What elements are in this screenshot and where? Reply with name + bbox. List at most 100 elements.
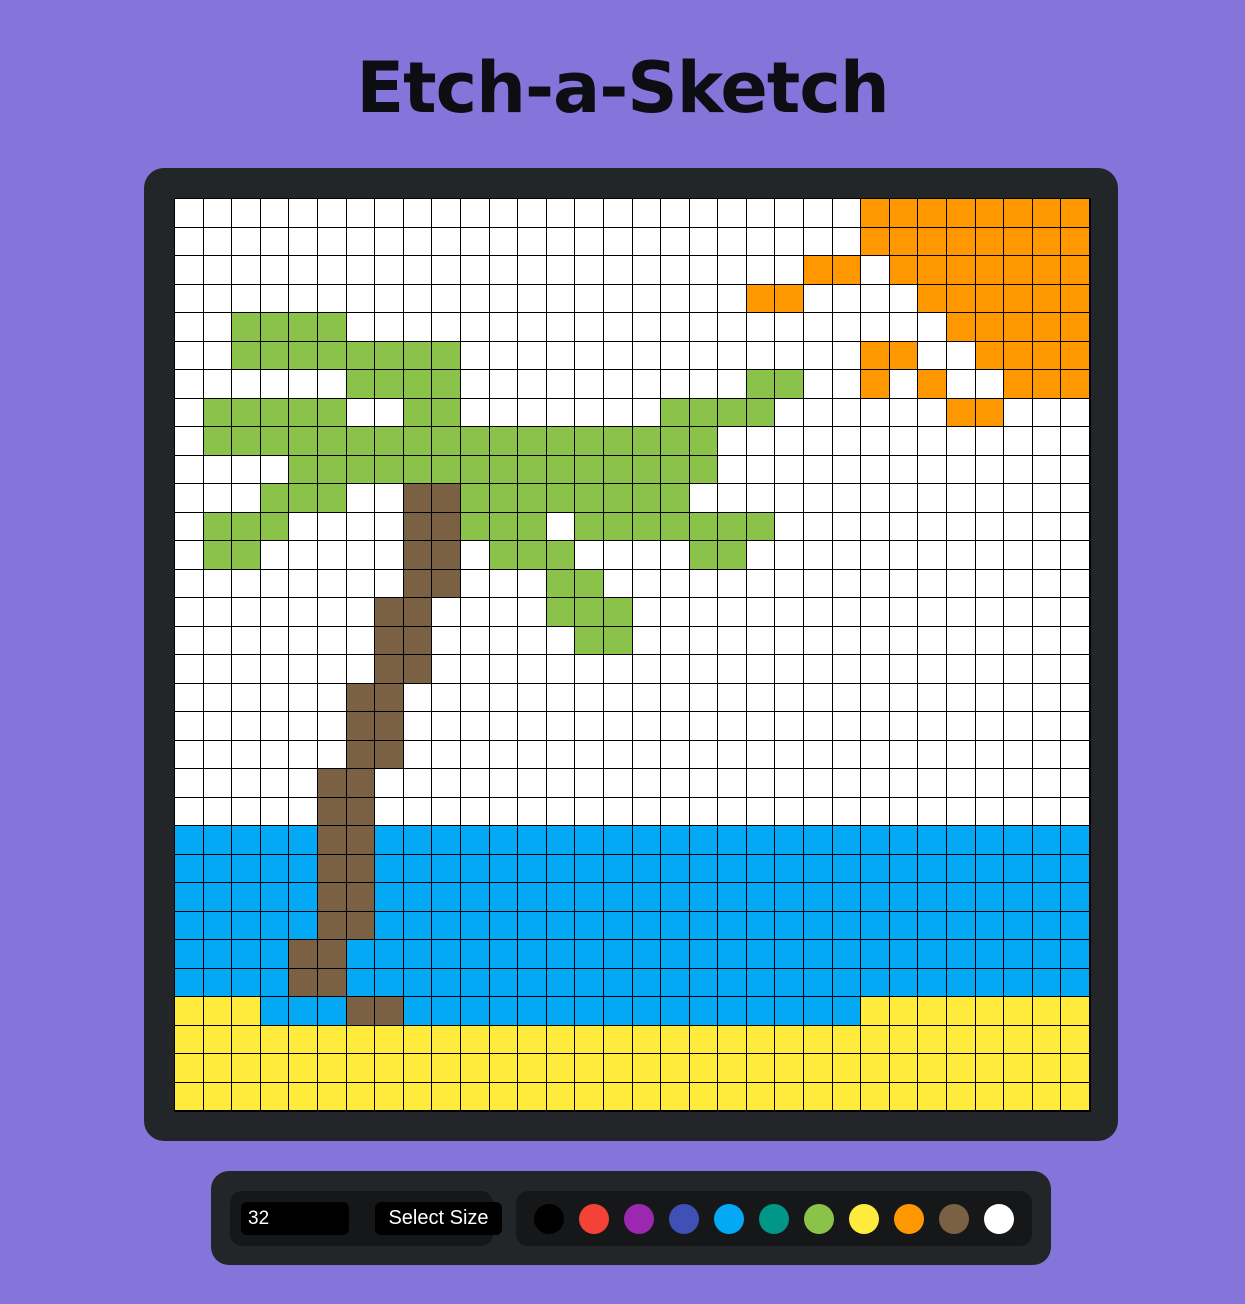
grid-cell[interactable] — [632, 427, 662, 456]
grid-cell[interactable] — [689, 712, 719, 741]
grid-cell[interactable] — [746, 854, 776, 883]
grid-cell[interactable] — [861, 398, 890, 427]
grid-cell[interactable] — [661, 854, 690, 883]
grid-cell[interactable] — [775, 655, 805, 684]
grid-cell[interactable] — [746, 455, 776, 484]
grid-cell[interactable] — [489, 484, 519, 513]
grid-cell[interactable] — [603, 541, 633, 570]
grid-cell[interactable] — [346, 968, 376, 997]
grid-cell[interactable] — [718, 398, 747, 427]
grid-cell[interactable] — [546, 1025, 576, 1054]
grid-cell[interactable] — [889, 1082, 919, 1111]
grid-cell[interactable] — [175, 569, 204, 598]
grid-cell[interactable] — [746, 313, 776, 342]
grid-cell[interactable] — [1004, 911, 1033, 940]
grid-cell[interactable] — [746, 683, 776, 712]
grid-cell[interactable] — [918, 911, 948, 940]
grid-cell[interactable] — [947, 997, 976, 1026]
grid-cell[interactable] — [317, 398, 347, 427]
grid-cell[interactable] — [317, 911, 347, 940]
grid-cell[interactable] — [775, 541, 805, 570]
grid-cell[interactable] — [260, 484, 290, 513]
grid-cell[interactable] — [1004, 398, 1033, 427]
grid-cell[interactable] — [575, 655, 604, 684]
grid-cell[interactable] — [918, 199, 948, 228]
grid-cell[interactable] — [947, 683, 976, 712]
grid-cell[interactable] — [460, 854, 490, 883]
grid-cell[interactable] — [661, 541, 690, 570]
grid-cell[interactable] — [889, 911, 919, 940]
grid-cell[interactable] — [375, 1054, 404, 1083]
grid-cell[interactable] — [889, 1054, 919, 1083]
grid-cell[interactable] — [203, 797, 233, 826]
grid-cell[interactable] — [1061, 769, 1090, 798]
grid-cell[interactable] — [346, 854, 376, 883]
grid-cell[interactable] — [546, 854, 576, 883]
grid-cell[interactable] — [546, 512, 576, 541]
grid-cell[interactable] — [489, 541, 519, 570]
grid-cell[interactable] — [861, 712, 890, 741]
grid-cell[interactable] — [175, 256, 204, 285]
grid-cell[interactable] — [689, 199, 719, 228]
grid-cell[interactable] — [832, 940, 862, 969]
grid-cell[interactable] — [632, 968, 662, 997]
grid-cell[interactable] — [804, 740, 833, 769]
grid-cell[interactable] — [375, 655, 404, 684]
grid-cell[interactable] — [661, 626, 690, 655]
grid-cell[interactable] — [1004, 968, 1033, 997]
grid-cell[interactable] — [832, 968, 862, 997]
grid-cell[interactable] — [546, 484, 576, 513]
grid-cell[interactable] — [603, 284, 633, 313]
grid-cell[interactable] — [889, 455, 919, 484]
grid-cell[interactable] — [1004, 769, 1033, 798]
grid-cell[interactable] — [661, 1054, 690, 1083]
grid-cell[interactable] — [861, 826, 890, 855]
grid-cell[interactable] — [832, 427, 862, 456]
grid-cell[interactable] — [460, 256, 490, 285]
grid-cell[interactable] — [260, 370, 290, 399]
grid-cell[interactable] — [689, 940, 719, 969]
grid-cell[interactable] — [432, 370, 461, 399]
grid-cell[interactable] — [546, 598, 576, 627]
grid-cell[interactable] — [432, 683, 461, 712]
grid-cell[interactable] — [575, 569, 604, 598]
grid-cell[interactable] — [889, 398, 919, 427]
grid-cell[interactable] — [203, 1054, 233, 1083]
grid-cell[interactable] — [346, 341, 376, 370]
color-swatch-red[interactable] — [579, 1204, 609, 1234]
grid-cell[interactable] — [575, 370, 604, 399]
grid-cell[interactable] — [232, 1025, 261, 1054]
grid-cell[interactable] — [546, 712, 576, 741]
color-swatch-white[interactable] — [984, 1204, 1014, 1234]
grid-cell[interactable] — [375, 740, 404, 769]
grid-cell[interactable] — [232, 626, 261, 655]
grid-cell[interactable] — [1004, 854, 1033, 883]
grid-cell[interactable] — [1004, 712, 1033, 741]
grid-cell[interactable] — [775, 968, 805, 997]
grid-cell[interactable] — [518, 256, 547, 285]
grid-cell[interactable] — [317, 883, 347, 912]
grid-cell[interactable] — [232, 341, 261, 370]
grid-cell[interactable] — [232, 712, 261, 741]
grid-cell[interactable] — [289, 626, 318, 655]
grid-cell[interactable] — [289, 683, 318, 712]
grid-cell[interactable] — [489, 284, 519, 313]
grid-cell[interactable] — [518, 455, 547, 484]
grid-cell[interactable] — [489, 512, 519, 541]
grid-cell[interactable] — [1061, 712, 1090, 741]
grid-cell[interactable] — [317, 256, 347, 285]
grid-cell[interactable] — [661, 655, 690, 684]
grid-cell[interactable] — [575, 1082, 604, 1111]
grid-cell[interactable] — [889, 797, 919, 826]
grid-cell[interactable] — [947, 911, 976, 940]
grid-cell[interactable] — [918, 455, 948, 484]
grid-cell[interactable] — [804, 569, 833, 598]
grid-cell[interactable] — [175, 313, 204, 342]
grid-cell[interactable] — [718, 313, 747, 342]
grid-cell[interactable] — [289, 854, 318, 883]
grid-cell[interactable] — [432, 199, 461, 228]
grid-cell[interactable] — [489, 256, 519, 285]
grid-cell[interactable] — [317, 427, 347, 456]
grid-cell[interactable] — [689, 569, 719, 598]
grid-cell[interactable] — [546, 655, 576, 684]
